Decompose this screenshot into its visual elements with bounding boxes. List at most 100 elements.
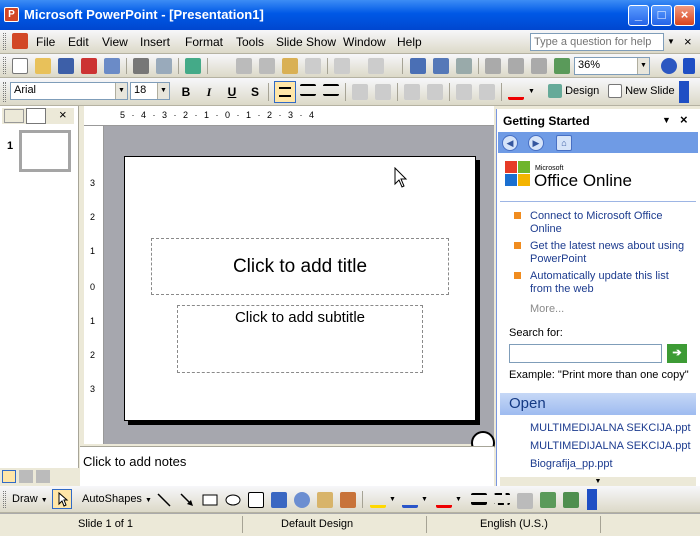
fill-color-icon[interactable]: [370, 492, 386, 508]
print-preview-icon[interactable]: [156, 58, 172, 74]
help-dropdown-arrow-icon[interactable]: ▼: [667, 37, 675, 46]
select-objects-button[interactable]: [52, 489, 72, 509]
undo-icon[interactable]: [334, 58, 350, 74]
font-color-icon[interactable]: [436, 492, 452, 508]
slide-canvas[interactable]: Click to add title Click to add subtitle: [124, 156, 476, 421]
menu-tools[interactable]: Tools: [236, 35, 264, 49]
paste-icon[interactable]: [282, 58, 298, 74]
scroll-down-icon[interactable]: ▼: [500, 477, 696, 486]
toolbar-options-icon[interactable]: [587, 489, 597, 510]
help-icon[interactable]: [661, 58, 677, 74]
minimize-button[interactable]: _: [628, 5, 649, 26]
copy-icon[interactable]: [259, 58, 275, 74]
cut-icon[interactable]: [236, 58, 252, 74]
font-color-icon[interactable]: [508, 84, 524, 100]
close-button[interactable]: ×: [674, 5, 695, 26]
shadow-button[interactable]: S: [245, 82, 265, 102]
text-box-icon[interactable]: [248, 492, 264, 508]
task-pane-close-icon[interactable]: ×: [680, 112, 688, 127]
draw-menu-button[interactable]: Draw ▼: [12, 493, 48, 505]
recent-file-link[interactable]: Biografija_pp.ppt: [530, 458, 613, 470]
decrease-font-size-icon[interactable]: [427, 84, 443, 100]
shadow-style-icon[interactable]: [540, 492, 556, 508]
link-auto-update[interactable]: Automatically update this list from the …: [530, 270, 692, 296]
notes-pane[interactable]: Click to add notes: [80, 446, 494, 486]
menu-help[interactable]: Help: [397, 35, 422, 49]
spelling-icon[interactable]: [185, 58, 201, 74]
home-icon[interactable]: ⌂: [556, 135, 572, 151]
zoom-select[interactable]: 36% ▼: [574, 57, 650, 75]
show-formatting-icon[interactable]: [508, 58, 524, 74]
arrow-icon[interactable]: [179, 492, 195, 508]
save-icon[interactable]: [58, 58, 74, 74]
line-style-icon[interactable]: [471, 493, 487, 505]
3d-style-icon[interactable]: [563, 492, 579, 508]
menu-format[interactable]: Format: [185, 35, 223, 49]
title-placeholder[interactable]: Click to add title: [151, 238, 449, 295]
forward-icon[interactable]: ▶: [528, 135, 544, 151]
powerpoint-icon[interactable]: P: [4, 7, 19, 22]
show-grid-icon[interactable]: [531, 58, 547, 74]
underline-button[interactable]: U: [222, 82, 242, 102]
subtitle-placeholder[interactable]: Click to add subtitle: [177, 305, 423, 373]
recent-file-link[interactable]: MULTIMEDIJALNA SEKCIJA.ppt: [530, 422, 691, 434]
status-design[interactable]: Default Design: [281, 518, 353, 530]
help-question-input[interactable]: [530, 33, 664, 51]
print-icon[interactable]: [133, 58, 149, 74]
picture-icon[interactable]: [340, 492, 356, 508]
permission-icon[interactable]: [81, 58, 97, 74]
rectangle-icon[interactable]: [202, 492, 218, 508]
arrow-style-icon[interactable]: [517, 493, 533, 509]
decrease-indent-icon[interactable]: [456, 84, 472, 100]
autoshapes-menu-button[interactable]: AutoShapes ▼: [82, 493, 152, 505]
menu-edit[interactable]: Edit: [68, 35, 89, 49]
oval-icon[interactable]: [225, 492, 241, 508]
font-select[interactable]: Arial ▼: [10, 82, 128, 100]
font-dropdown-arrow-icon[interactable]: ▼: [115, 83, 127, 99]
slide-show-view-icon[interactable]: [36, 470, 50, 483]
link-latest-news[interactable]: Get the latest news about using PowerPoi…: [530, 240, 692, 266]
font-size-dropdown-arrow-icon[interactable]: ▼: [157, 83, 169, 99]
fill-color-dropdown-icon[interactable]: ▼: [389, 496, 396, 503]
font-size-select[interactable]: 18 ▼: [130, 82, 170, 100]
numbering-icon[interactable]: [352, 84, 368, 100]
document-icon[interactable]: [12, 33, 28, 49]
align-center-icon[interactable]: [300, 84, 316, 96]
toolbar-options-icon[interactable]: [683, 58, 695, 74]
menu-insert[interactable]: Insert: [140, 35, 170, 49]
slide-thumbnail[interactable]: [19, 130, 71, 172]
menu-slide-show[interactable]: Slide Show: [276, 35, 336, 49]
toolbar-grip[interactable]: [3, 57, 6, 74]
close-pane-icon[interactable]: ×: [59, 107, 67, 122]
format-painter-icon[interactable]: [305, 58, 321, 74]
outline-tab-icon[interactable]: [4, 109, 24, 123]
bullets-icon[interactable]: [375, 84, 391, 100]
menu-file[interactable]: File: [36, 35, 55, 49]
tables-borders-icon[interactable]: [456, 58, 472, 74]
increase-font-size-icon[interactable]: [404, 84, 420, 100]
close-document-icon[interactable]: ×: [684, 34, 692, 49]
font-color-dropdown-icon[interactable]: ▼: [528, 88, 535, 95]
back-icon[interactable]: ◀: [502, 135, 518, 151]
office-online-label[interactable]: Office Online: [534, 171, 632, 191]
line-color-icon[interactable]: [402, 492, 418, 508]
maximize-button[interactable]: □: [651, 5, 672, 26]
menu-view[interactable]: View: [102, 35, 128, 49]
align-left-button[interactable]: [274, 81, 296, 103]
toolbar-grip[interactable]: [3, 82, 6, 102]
slide-sorter-view-icon[interactable]: [19, 470, 33, 483]
toolbar-grip[interactable]: [3, 33, 6, 50]
slides-tab-icon[interactable]: [26, 108, 46, 124]
new-slide-button[interactable]: New Slide: [608, 84, 675, 98]
task-pane-dropdown-icon[interactable]: ▼: [662, 115, 671, 125]
toolbar-grip[interactable]: [3, 491, 6, 508]
menu-window[interactable]: Window: [343, 35, 386, 49]
link-connect-office-online[interactable]: Connect to Microsoft Office Online: [530, 210, 692, 236]
search-go-icon[interactable]: ➔: [667, 344, 687, 363]
clip-art-icon[interactable]: [317, 492, 333, 508]
insert-chart-icon[interactable]: [410, 58, 426, 74]
bold-button[interactable]: B: [176, 82, 196, 102]
italic-button[interactable]: I: [199, 82, 219, 102]
design-button[interactable]: Design: [548, 84, 599, 98]
wordart-icon[interactable]: [271, 492, 287, 508]
